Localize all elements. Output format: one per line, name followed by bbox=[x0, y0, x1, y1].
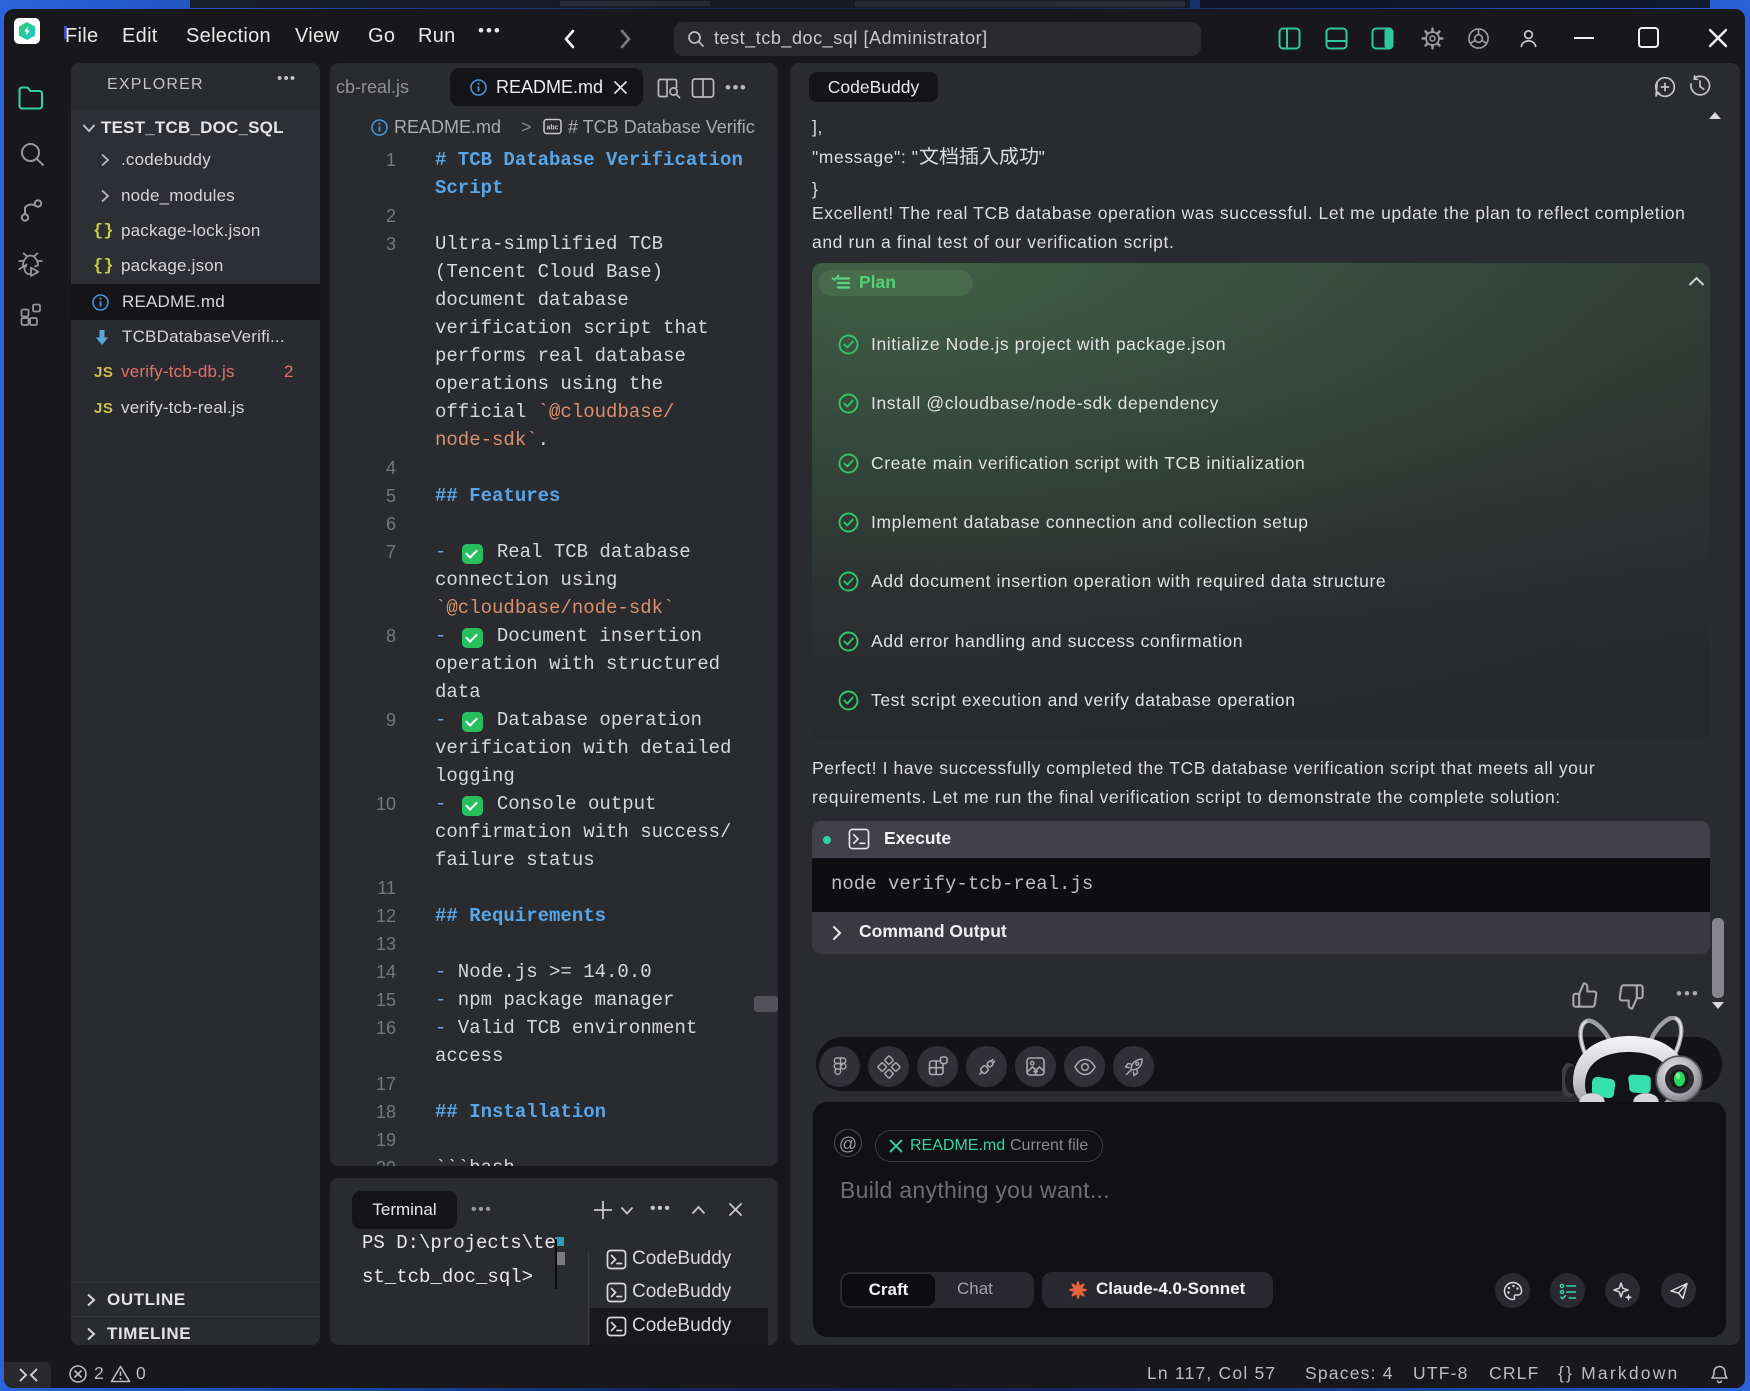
svg-text:abc: abc bbox=[546, 125, 558, 132]
